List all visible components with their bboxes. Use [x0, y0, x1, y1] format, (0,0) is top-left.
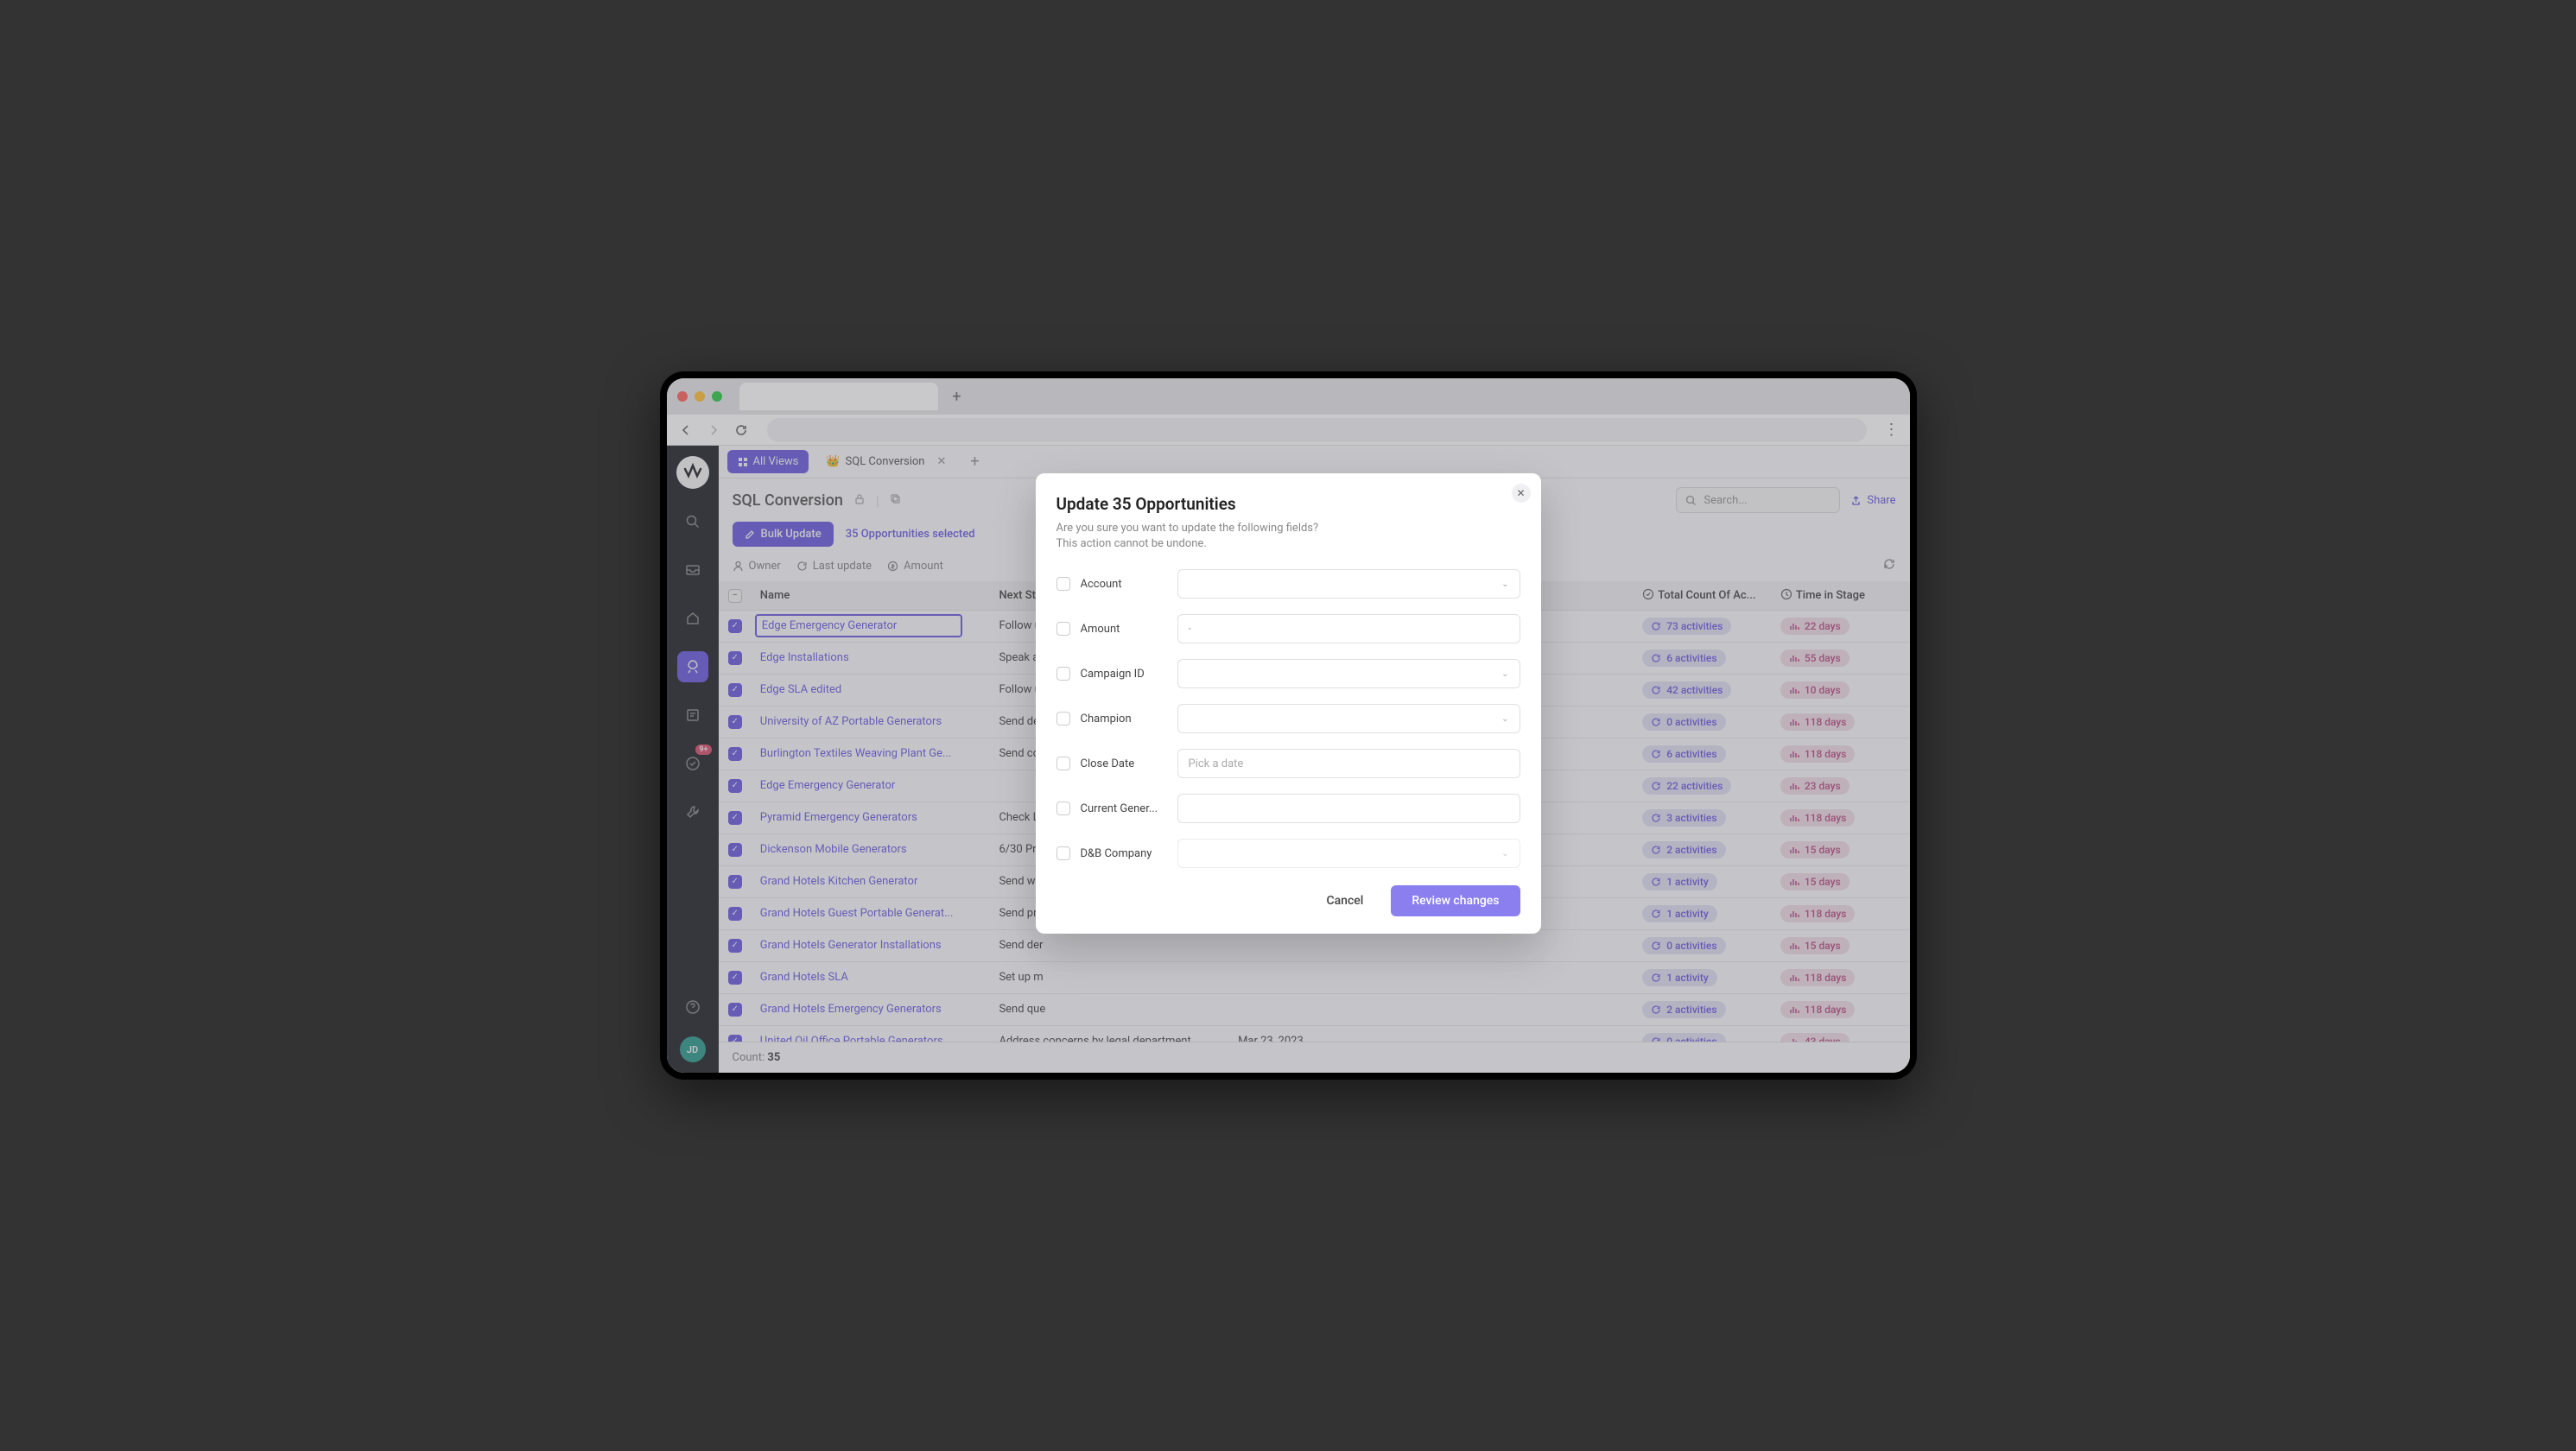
- field-checkbox[interactable]: [1056, 622, 1070, 636]
- field-label: Champion: [1081, 713, 1167, 726]
- field-label: Close Date: [1081, 757, 1167, 770]
- field-checkbox[interactable]: [1056, 577, 1070, 591]
- field-checkbox[interactable]: [1056, 802, 1070, 815]
- field-label: Campaign ID: [1081, 668, 1167, 681]
- field-label: Current Gener...: [1081, 802, 1167, 815]
- field-label: Amount: [1081, 623, 1167, 636]
- field-label: Account: [1081, 578, 1167, 591]
- field-input-select[interactable]: ⌄: [1177, 704, 1520, 733]
- cancel-button[interactable]: Cancel: [1309, 885, 1380, 916]
- field-input-select[interactable]: ⌄: [1177, 569, 1520, 599]
- field-input-select[interactable]: ⌄: [1177, 839, 1520, 868]
- modal-overlay[interactable]: ✕ Update 35 Opportunities Are you sure y…: [667, 378, 1910, 1073]
- field-input-select[interactable]: ⌄: [1177, 659, 1520, 688]
- field-checkbox[interactable]: [1056, 757, 1070, 770]
- modal-subtitle: Are you sure you want to update the foll…: [1056, 521, 1520, 552]
- field-label: D&B Company: [1081, 847, 1167, 860]
- field-input-text[interactable]: [1177, 794, 1520, 823]
- field-input-date[interactable]: Pick a date: [1177, 749, 1520, 778]
- field-checkbox[interactable]: [1056, 667, 1070, 681]
- field-checkbox[interactable]: [1056, 712, 1070, 726]
- review-changes-button[interactable]: Review changes: [1391, 885, 1520, 916]
- close-icon[interactable]: ✕: [1512, 484, 1531, 503]
- field-checkbox[interactable]: [1056, 846, 1070, 860]
- field-input-text[interactable]: -: [1177, 614, 1520, 643]
- modal-title: Update 35 Opportunities: [1056, 494, 1520, 514]
- bulk-update-modal: ✕ Update 35 Opportunities Are you sure y…: [1036, 473, 1541, 934]
